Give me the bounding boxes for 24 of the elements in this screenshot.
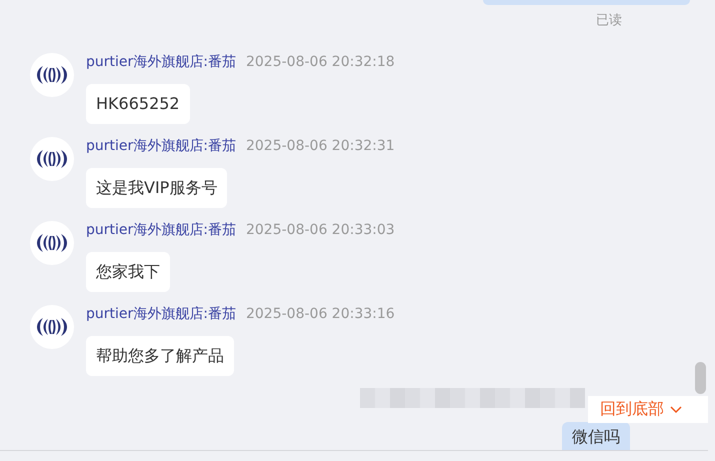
read-status: 已读 xyxy=(596,13,622,29)
message-bubble: 您家我下 xyxy=(86,252,170,292)
avatar[interactable] xyxy=(30,137,74,181)
arcs-logo-icon xyxy=(34,65,70,85)
message-bubble: 微信吗 xyxy=(562,422,630,450)
message-bubble: 帮助您多了解产品 xyxy=(86,336,234,376)
sender-name[interactable]: purtier海外旗舰店:番茄 xyxy=(86,305,236,323)
arcs-logo-icon xyxy=(34,233,70,253)
timestamp: 2025-08-06 20:32:18 xyxy=(246,54,395,70)
sender-name[interactable]: purtier海外旗舰店:番茄 xyxy=(86,137,236,155)
avatar[interactable] xyxy=(30,53,74,97)
message-bubble: HK665252 xyxy=(86,84,190,124)
timestamp: 2025-08-06 20:33:16 xyxy=(246,306,395,322)
arcs-logo-icon xyxy=(34,317,70,337)
chevron-down-icon xyxy=(670,406,682,414)
avatar[interactable] xyxy=(30,305,74,349)
sender-name[interactable]: purtier海外旗舰店:番茄 xyxy=(86,221,236,239)
sender-name[interactable]: purtier海外旗舰店:番茄 xyxy=(86,53,236,71)
scrollbar-thumb[interactable] xyxy=(695,362,706,394)
arcs-logo-icon xyxy=(34,149,70,169)
message-bubble: 这是我VIP服务号 xyxy=(86,168,228,208)
avatar[interactable] xyxy=(30,221,74,265)
timestamp: 2025-08-06 20:32:31 xyxy=(246,138,395,154)
timestamp: 2025-08-06 20:33:03 xyxy=(246,222,395,238)
